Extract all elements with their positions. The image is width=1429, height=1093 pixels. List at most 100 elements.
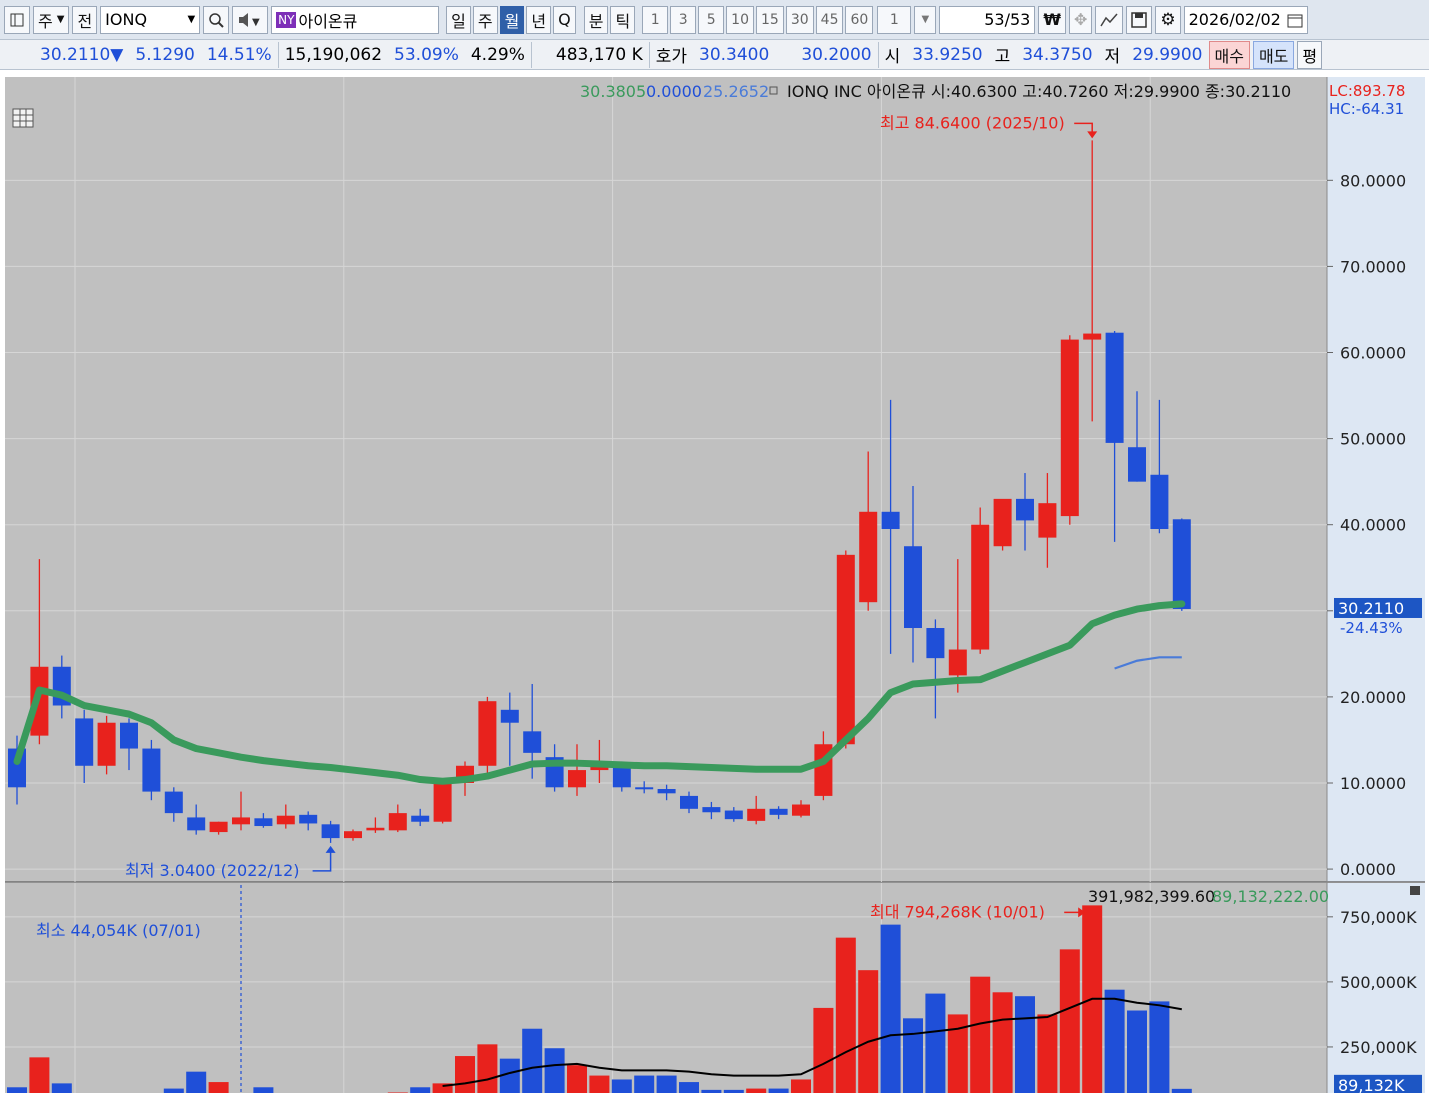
volume-bar [589,1075,610,1093]
volume-bar [7,1087,27,1093]
trend-glyph [1100,13,1118,26]
candle-body [276,815,295,825]
prev-button[interactable]: 전 [72,5,98,34]
volume-bar [455,1056,475,1093]
candle-body [142,748,161,792]
lc-label: LC:893.78 [1329,82,1405,100]
change: 5.1290 [135,44,195,65]
stock-chart[interactable]: 0.000010.000020.000030.000040.000050.000… [0,72,1429,1093]
interval-button-5[interactable]: 30 [785,5,814,34]
calendar-icon[interactable] [1287,12,1303,28]
volume-bar [925,993,946,1093]
search-glyph [209,12,224,28]
interval-button-8[interactable]: 1 [877,5,912,34]
current-volume-label: 89,132K [1338,1076,1405,1093]
grid-toggle-icon[interactable] [12,108,34,128]
candle-body [366,827,385,831]
volume-tick-label: 500,000K [1340,973,1417,992]
candle-body [97,722,116,766]
period-button-2[interactable]: 월 [499,5,525,34]
current-change-label: -24.43% [1340,619,1403,637]
interval-button-1[interactable]: 3 [670,5,697,34]
volume-bar [656,1075,677,1093]
interval-button-4[interactable]: 15 [756,5,784,34]
interval-button-3[interactable]: 10 [726,5,754,34]
volume-bar [208,1082,229,1093]
period-type-select[interactable]: 주 ▼ [33,5,70,34]
candle-body [411,815,430,822]
volume: 15,190,062 [284,44,383,65]
price-axis-area [1327,77,1425,882]
period-button-1[interactable]: 주 [472,5,498,34]
interval-button-2[interactable]: 5 [698,5,725,34]
legend: 30.3805 0.0000 25.2652 IONQ INC 아이온큐 시:4… [580,82,1291,101]
stock-name-field[interactable]: NY 아이온큐 [271,5,440,34]
interval-button-0[interactable]: 1 [642,5,669,34]
date-input[interactable]: 2026/02/02 [1183,5,1308,34]
candle-body [680,795,698,809]
sell-button[interactable]: 매도 [1252,40,1295,69]
volume-bar [1149,1001,1170,1093]
ticker-value: IONQ [105,10,148,29]
currency-icon[interactable]: ₩ [1038,5,1066,34]
interval-button-group: 1 3 5 10 15 30 45 60 1 [642,5,912,34]
change-pct: 14.51% [206,44,272,65]
search-icon[interactable] [203,5,230,34]
legend-value-1: 30.3805 [580,82,646,101]
legend-value-3: 25.2652 [703,82,769,101]
interval-dropdown[interactable]: ▼ [914,5,937,34]
candle-body [769,808,788,815]
trend-tool-icon[interactable] [1095,5,1124,34]
speaker-icon[interactable]: ▼ [232,5,269,34]
date-value: 2026/02/02 [1188,10,1281,29]
candle-body [478,701,497,766]
period-button-3[interactable]: 년 [526,5,552,34]
volume-bar [1015,996,1035,1093]
volume-bar [522,1028,543,1093]
candle-body [747,808,766,821]
volume-bar [813,1007,834,1093]
candle-body [1150,474,1169,530]
save-glyph [1131,11,1148,28]
volume-bar [51,1083,72,1093]
crosshair-icon[interactable]: ✥ [1068,5,1093,34]
low-label: 저 [1104,47,1121,67]
gear-icon[interactable]: ⚙ [1155,5,1181,34]
period-button-6[interactable]: 틱 [610,5,636,34]
period-button-0[interactable]: 일 [446,5,471,34]
volume-bar [835,937,856,1093]
high-price: 34.3750 [1022,44,1093,65]
period-button-5[interactable]: 분 [583,5,609,34]
candle-body [1105,332,1124,443]
candle-body [881,511,900,530]
price-tick-label: 70.0000 [1340,257,1406,276]
candle-body [792,804,810,816]
average-button[interactable]: 평 [1297,40,1323,69]
candle-body [299,814,318,824]
buy-button[interactable]: 매수 [1208,40,1250,69]
candle-body [500,709,519,723]
legend-value-2: 0.0000 [646,82,702,101]
min-volume-annotation: 최소 44,054K (07/01) [36,921,201,940]
interval-button-7[interactable]: 60 [845,5,874,34]
price-tick-label: 20.0000 [1340,688,1406,707]
svg-text:▼: ▼ [252,17,260,28]
save-icon[interactable] [1126,5,1153,34]
volume-bar [1104,989,1125,1093]
candle-body [1172,519,1191,609]
interval-button-6[interactable]: 45 [815,5,844,34]
close-pane-icon[interactable] [1410,886,1420,895]
candle-body [1083,333,1102,340]
page-counter[interactable]: 53/53 [939,5,1036,34]
high-label: 고 [994,47,1011,67]
chevron-down-icon[interactable]: ▼ [187,14,195,25]
low-price: 29.9900 [1132,44,1203,65]
candle-body [926,628,945,659]
period-button-4[interactable]: Q [553,5,576,34]
volume-bar [29,1057,50,1093]
ticker-input[interactable]: IONQ ▼ [100,5,201,34]
volume-bar [186,1071,207,1093]
candle-body [164,791,183,814]
volume-header-value-1: 391,982,399.60 [1088,887,1215,906]
layout-icon[interactable] [4,5,30,34]
